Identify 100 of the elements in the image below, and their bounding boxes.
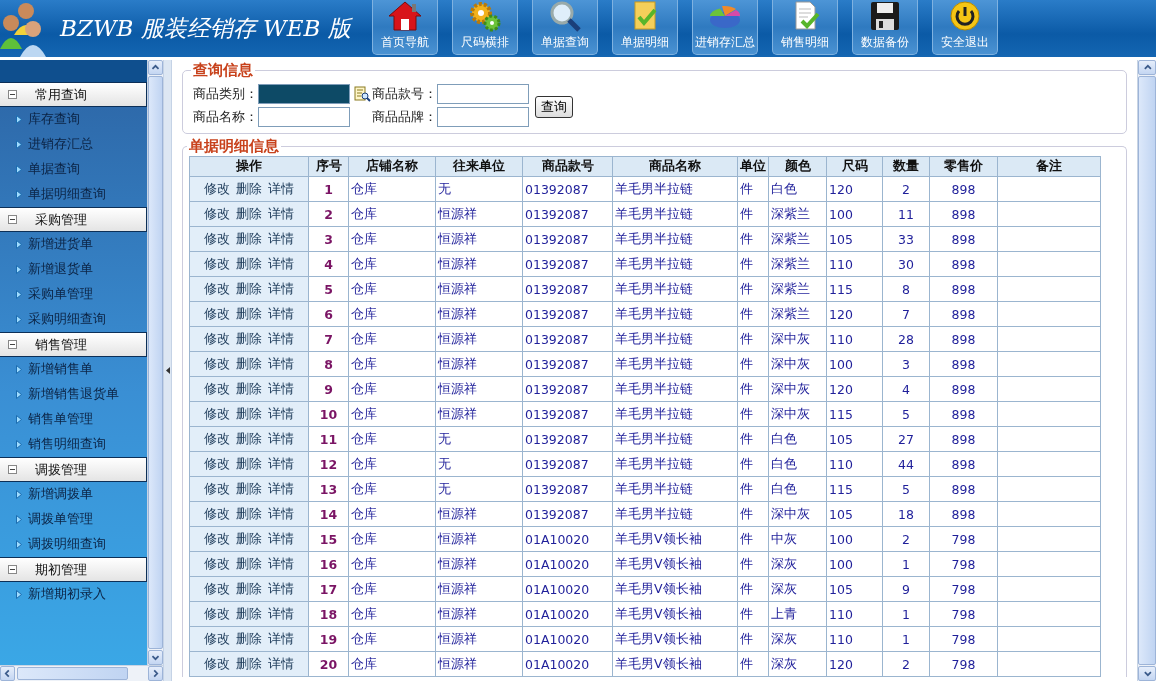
sidebar-item[interactable]: 新增销售单 xyxy=(0,357,147,382)
action-link[interactable]: 修改 xyxy=(204,280,230,296)
sidebar-section-header[interactable]: 期初管理 xyxy=(0,557,147,582)
scrollbar[interactable] xyxy=(0,665,163,681)
action-link[interactable]: 删除 xyxy=(236,230,262,246)
action-link[interactable]: 删除 xyxy=(236,430,262,446)
sidebar-item[interactable]: 新增进货单 xyxy=(0,232,147,257)
action-link[interactable]: 修改 xyxy=(204,430,230,446)
sidebar-section-header[interactable]: 采购管理 xyxy=(0,207,147,232)
action-link[interactable]: 删除 xyxy=(236,330,262,346)
action-link[interactable]: 详情 xyxy=(268,430,294,446)
action-link[interactable]: 详情 xyxy=(268,380,294,396)
action-link[interactable]: 修改 xyxy=(204,655,230,671)
action-link[interactable]: 详情 xyxy=(268,630,294,646)
action-link[interactable]: 删除 xyxy=(236,605,262,621)
collapse-arrow-icon[interactable] xyxy=(165,367,170,374)
sidebar-item[interactable]: 新增销售退货单 xyxy=(0,382,147,407)
input-field[interactable] xyxy=(258,84,350,104)
action-link[interactable]: 删除 xyxy=(236,355,262,371)
sidebar-item[interactable]: 销售明细查询 xyxy=(0,432,147,457)
action-link[interactable]: 详情 xyxy=(268,580,294,596)
action-link[interactable]: 修改 xyxy=(204,480,230,496)
action-link[interactable]: 删除 xyxy=(236,180,262,196)
action-link[interactable]: 修改 xyxy=(204,205,230,221)
action-link[interactable]: 详情 xyxy=(268,180,294,196)
action-link[interactable]: 修改 xyxy=(204,355,230,371)
scroll-left-icon[interactable] xyxy=(0,666,15,681)
action-link[interactable]: 删除 xyxy=(236,405,262,421)
sidebar-section-header[interactable]: 销售管理 xyxy=(0,332,147,357)
input-field[interactable] xyxy=(437,107,529,127)
action-link[interactable]: 详情 xyxy=(268,205,294,221)
action-link[interactable]: 删除 xyxy=(236,655,262,671)
scroll-down-icon[interactable] xyxy=(148,650,163,665)
action-link[interactable]: 删除 xyxy=(236,630,262,646)
action-link[interactable]: 删除 xyxy=(236,455,262,471)
action-link[interactable]: 修改 xyxy=(204,605,230,621)
action-link[interactable]: 详情 xyxy=(268,330,294,346)
nav-button[interactable]: 安全退出 xyxy=(932,0,998,55)
action-link[interactable]: 删除 xyxy=(236,380,262,396)
sidebar-item[interactable]: 采购明细查询 xyxy=(0,307,147,332)
action-link[interactable]: 修改 xyxy=(204,405,230,421)
sidebar-item[interactable]: 调拨明细查询 xyxy=(0,532,147,557)
input-field[interactable] xyxy=(258,107,350,127)
action-link[interactable]: 修改 xyxy=(204,330,230,346)
action-link[interactable]: 详情 xyxy=(268,405,294,421)
scroll-right-icon[interactable] xyxy=(148,666,163,681)
sidebar-section-header[interactable]: 调拨管理 xyxy=(0,457,147,482)
input-field[interactable] xyxy=(437,84,529,104)
action-link[interactable]: 删除 xyxy=(236,205,262,221)
action-link[interactable]: 修改 xyxy=(204,530,230,546)
action-link[interactable]: 删除 xyxy=(236,530,262,546)
scrollbar[interactable] xyxy=(1137,60,1156,681)
nav-button[interactable]: 尺码横排 xyxy=(452,0,518,55)
action-link[interactable]: 删除 xyxy=(236,255,262,271)
action-link[interactable]: 详情 xyxy=(268,530,294,546)
action-link[interactable]: 详情 xyxy=(268,305,294,321)
action-link[interactable]: 删除 xyxy=(236,305,262,321)
nav-button[interactable]: 销售明细 xyxy=(772,0,838,55)
action-link[interactable]: 修改 xyxy=(204,555,230,571)
action-link[interactable]: 详情 xyxy=(268,230,294,246)
sidebar-item[interactable]: 采购单管理 xyxy=(0,282,147,307)
query-button[interactable]: 查询 xyxy=(535,95,573,118)
action-link[interactable]: 修改 xyxy=(204,380,230,396)
action-link[interactable]: 修改 xyxy=(204,230,230,246)
action-link[interactable]: 详情 xyxy=(268,655,294,671)
nav-button[interactable]: 单据查询 xyxy=(532,0,598,55)
action-link[interactable]: 修改 xyxy=(204,505,230,521)
scrollbar[interactable] xyxy=(147,60,163,665)
action-link[interactable]: 修改 xyxy=(204,580,230,596)
scroll-up-icon[interactable] xyxy=(1138,60,1156,75)
action-link[interactable]: 删除 xyxy=(236,580,262,596)
action-link[interactable]: 删除 xyxy=(236,480,262,496)
nav-button[interactable]: 单据明细 xyxy=(612,0,678,55)
action-link[interactable]: 详情 xyxy=(268,505,294,521)
action-link[interactable]: 详情 xyxy=(268,280,294,296)
action-link[interactable]: 修改 xyxy=(204,305,230,321)
sidebar-item[interactable]: 新增调拨单 xyxy=(0,482,147,507)
nav-button[interactable]: 进销存汇总 xyxy=(692,0,758,55)
action-link[interactable]: 详情 xyxy=(268,605,294,621)
action-link[interactable]: 详情 xyxy=(268,555,294,571)
sidebar-item[interactable]: 调拨单管理 xyxy=(0,507,147,532)
sidebar-section-header[interactable]: 常用查询 xyxy=(0,82,147,107)
lookup-icon[interactable] xyxy=(354,86,371,102)
action-link[interactable]: 修改 xyxy=(204,455,230,471)
sidebar-item[interactable]: 新增期初录入 xyxy=(0,582,147,607)
action-link[interactable]: 删除 xyxy=(236,280,262,296)
action-link[interactable]: 删除 xyxy=(236,505,262,521)
sidebar-item[interactable]: 新增退货单 xyxy=(0,257,147,282)
action-link[interactable]: 详情 xyxy=(268,255,294,271)
action-link[interactable]: 详情 xyxy=(268,455,294,471)
action-link[interactable]: 删除 xyxy=(236,555,262,571)
scroll-down-icon[interactable] xyxy=(1138,666,1156,681)
action-link[interactable]: 详情 xyxy=(268,480,294,496)
scroll-up-icon[interactable] xyxy=(148,60,163,75)
action-link[interactable]: 修改 xyxy=(204,630,230,646)
action-link[interactable]: 修改 xyxy=(204,180,230,196)
action-link[interactable]: 修改 xyxy=(204,255,230,271)
sidebar-item[interactable]: 销售单管理 xyxy=(0,407,147,432)
action-link[interactable]: 详情 xyxy=(268,355,294,371)
nav-button[interactable]: 数据备份 xyxy=(852,0,918,55)
